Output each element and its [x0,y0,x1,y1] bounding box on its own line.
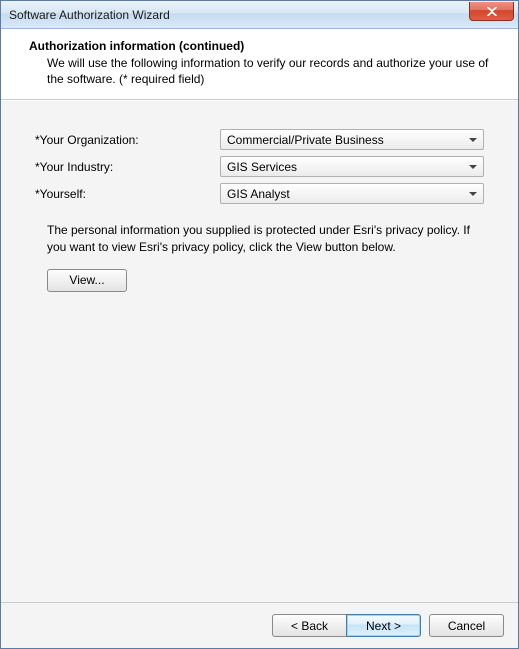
organization-label: *Your Organization: [35,133,220,147]
header-section: Authorization information (continued) We… [1,29,518,100]
nav-button-group: < Back Next > [272,614,421,637]
next-button-label: Next > [366,619,401,633]
yourself-label: *Yourself: [35,187,220,201]
organization-value: Commercial/Private Business [227,133,384,147]
industry-label: *Your Industry: [35,160,220,174]
privacy-text: The personal information you supplied is… [35,222,484,254]
back-button[interactable]: < Back [272,614,347,637]
page-title: Authorization information (continued) [29,39,500,53]
close-icon [487,7,497,16]
industry-row: *Your Industry: GIS Services [35,156,484,177]
window-title: Software Authorization Wizard [9,8,170,22]
chevron-down-icon [469,165,477,169]
content-area: Authorization information (continued) We… [1,29,518,648]
yourself-select[interactable]: GIS Analyst [220,183,484,204]
next-button[interactable]: Next > [346,614,421,637]
close-button[interactable] [469,2,514,21]
view-button[interactable]: View... [47,269,127,292]
organization-select[interactable]: Commercial/Private Business [220,129,484,150]
organization-row: *Your Organization: Commercial/Private B… [35,129,484,150]
chevron-down-icon [469,192,477,196]
back-button-label: < Back [291,619,328,633]
view-button-label: View... [69,273,104,287]
yourself-row: *Yourself: GIS Analyst [35,183,484,204]
page-subtitle: We will use the following information to… [29,53,500,87]
industry-select[interactable]: GIS Services [220,156,484,177]
chevron-down-icon [469,138,477,142]
cancel-button[interactable]: Cancel [429,614,504,637]
form-body: *Your Organization: Commercial/Private B… [1,100,518,602]
yourself-value: GIS Analyst [227,187,290,201]
footer: < Back Next > Cancel [1,602,518,648]
industry-value: GIS Services [227,160,297,174]
cancel-button-label: Cancel [448,619,485,633]
titlebar: Software Authorization Wizard [1,1,518,29]
wizard-window: Software Authorization Wizard Authorizat… [0,0,519,649]
